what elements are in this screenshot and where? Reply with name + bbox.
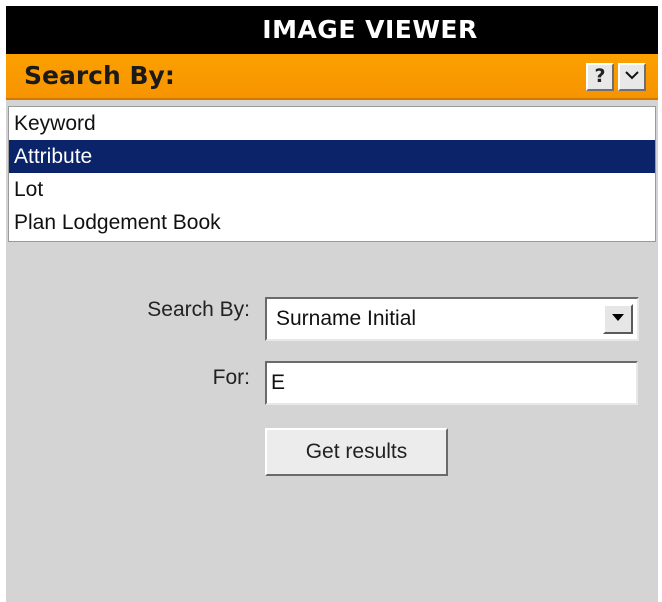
list-item-attribute[interactable]: Attribute (9, 140, 655, 173)
list-item-plan-lodgement-book[interactable]: Plan Lodgement Book (9, 206, 655, 239)
search-type-list[interactable]: Keyword Attribute Lot Plan Lodgement Boo… (8, 106, 656, 242)
image-viewer-window: IMAGE VIEWER Search By: ? Keyword Attrib… (6, 6, 658, 602)
for-label: For: (212, 366, 250, 389)
get-results-button[interactable]: Get results (265, 428, 448, 476)
list-item-keyword[interactable]: Keyword (9, 107, 655, 140)
search-by-label: Search By: (147, 298, 250, 321)
triangle-down-icon (612, 314, 624, 321)
help-button[interactable]: ? (586, 63, 614, 91)
for-input[interactable] (265, 361, 638, 405)
search-by-header-label: Search By: (24, 61, 175, 90)
chevron-down-icon (625, 71, 639, 80)
list-item-lot[interactable]: Lot (9, 173, 655, 206)
search-by-header: Search By: ? (6, 54, 658, 100)
dropdown-button[interactable] (603, 304, 633, 334)
collapse-button[interactable] (618, 63, 646, 91)
search-by-select[interactable]: Surname Initial (265, 297, 639, 341)
search-by-selected-value: Surname Initial (276, 307, 417, 330)
window-title: IMAGE VIEWER (262, 15, 478, 44)
title-bar: IMAGE VIEWER (6, 6, 658, 54)
